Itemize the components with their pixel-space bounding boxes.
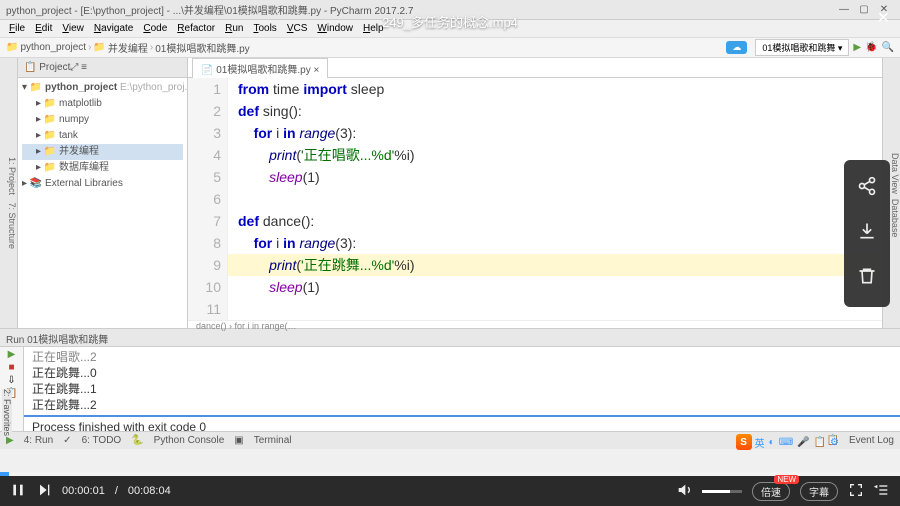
ime-indicator[interactable]: S 英 ◐ ⌨ 🎤 📋 ⚙: [736, 434, 840, 450]
project-tool-window: 📋 Project ⤢ ≡ ▾ 📁 python_project E:\pyth…: [18, 58, 188, 328]
speed-button[interactable]: 倍速NEW: [752, 482, 790, 501]
nav-bar: 📁 python_project › 📁 并发编程 › 01模拟唱歌和跳舞.py…: [0, 38, 900, 58]
video-player-bar: 00:00:01 / 00:08:04 倍速NEW 字幕: [0, 476, 900, 506]
run-tab[interactable]: 4: Run: [24, 435, 53, 446]
sogou-icon[interactable]: S: [736, 434, 752, 450]
pause-button-icon[interactable]: [10, 482, 26, 501]
exit-message: Process finished with exit code 0: [32, 419, 892, 435]
left-gutter-tabs[interactable]: 1: Project 7: Structure: [0, 58, 18, 328]
code-content[interactable]: from time import sleepdef sing(): for i …: [228, 78, 882, 320]
delete-icon[interactable]: [857, 266, 877, 291]
terminal-tab[interactable]: Terminal: [254, 435, 292, 446]
breadcrumb[interactable]: 并发编程: [108, 40, 148, 55]
playlist-icon[interactable]: [874, 482, 890, 501]
editor-area: 📄 01模拟唱歌和跳舞.py × 1234567891011 from time…: [188, 58, 882, 328]
todo-tab[interactable]: 6: TODO: [82, 435, 122, 446]
progress-bar[interactable]: [0, 472, 900, 476]
pycharm-window: python_project - [E:\python_project] - .…: [0, 0, 900, 476]
folder-icon: 📁: [93, 42, 105, 53]
video-title: 249_多任务的概念.mp4: [0, 12, 900, 31]
fullscreen-icon[interactable]: [848, 482, 864, 501]
line-number-gutter: 1234567891011: [188, 78, 228, 320]
volume-icon[interactable]: [676, 482, 692, 501]
icon[interactable]: ⇩: [7, 375, 15, 386]
code-editor[interactable]: 1234567891011 from time import sleepdef …: [188, 78, 882, 320]
breadcrumb[interactable]: 01模拟唱歌和跳舞.py: [155, 40, 249, 55]
event-log-tab[interactable]: Event Log: [849, 435, 894, 446]
folder-icon: 📁: [6, 42, 18, 53]
subtitle-button[interactable]: 字幕: [800, 482, 838, 501]
video-close-button[interactable]: ✕: [877, 8, 890, 28]
search-icon[interactable]: 🔍: [882, 42, 894, 53]
folder-icon: 📋: [24, 62, 36, 73]
run-panel-header: Run 01模拟唱歌和跳舞: [0, 329, 900, 347]
stop-icon[interactable]: ■: [8, 362, 14, 373]
cloud-sync-icon[interactable]: ☁: [726, 41, 747, 54]
run-config-selector[interactable]: 01模拟唱歌和跳舞 ▾: [755, 39, 849, 56]
share-icon[interactable]: [857, 176, 877, 201]
main-area: 1: Project 7: Structure 📋 Project ⤢ ≡ ▾ …: [0, 58, 900, 328]
ime-icon[interactable]: 🎤: [796, 437, 810, 448]
project-panel-header: 📋 Project ⤢ ≡: [18, 58, 187, 78]
ime-mode-label[interactable]: 英: [754, 435, 766, 450]
download-icon[interactable]: [857, 221, 877, 246]
ime-icon[interactable]: ⚙: [829, 437, 840, 448]
breadcrumb[interactable]: python_project: [20, 42, 86, 53]
rerun-icon[interactable]: ▶: [8, 349, 16, 360]
favorites-tab[interactable]: 2: Favorites: [2, 389, 12, 436]
next-button-icon[interactable]: [36, 482, 52, 501]
output-line: 正在唱歌...2: [32, 349, 892, 365]
output-line: 正在跳舞...0: [32, 365, 892, 381]
ime-icon[interactable]: ⌨: [778, 437, 794, 448]
video-side-panel: [844, 160, 890, 307]
output-line: 正在跳舞...2: [32, 397, 892, 413]
volume-slider[interactable]: [702, 490, 742, 493]
debug-button-icon[interactable]: 🐞: [865, 42, 877, 53]
ime-icon[interactable]: 📋: [813, 437, 827, 448]
current-time: 00:00:01: [62, 485, 105, 497]
python-console-tab[interactable]: Python Console: [154, 435, 225, 446]
run-button-icon[interactable]: ▶: [853, 42, 861, 53]
editor-tab[interactable]: 📄 01模拟唱歌和跳舞.py ×: [192, 58, 328, 78]
duration: 00:08:04: [128, 485, 171, 497]
output-line: 正在跳舞...1: [32, 381, 892, 397]
project-tree[interactable]: ▾ 📁 python_project E:\python_proj... ▸ 📁…: [18, 78, 187, 194]
editor-breadcrumb[interactable]: dance() › for i in range(…: [188, 320, 882, 331]
run-output[interactable]: 正在唱歌...2 正在跳舞...0 正在跳舞...1 正在跳舞...2 Proc…: [24, 347, 900, 431]
ime-icon[interactable]: ◐: [768, 437, 776, 448]
run-tool-window: Run 01模拟唱歌和跳舞 ▶ ■ ⇩ 📋 正在唱歌...2 正在跳舞...0 …: [0, 328, 900, 431]
